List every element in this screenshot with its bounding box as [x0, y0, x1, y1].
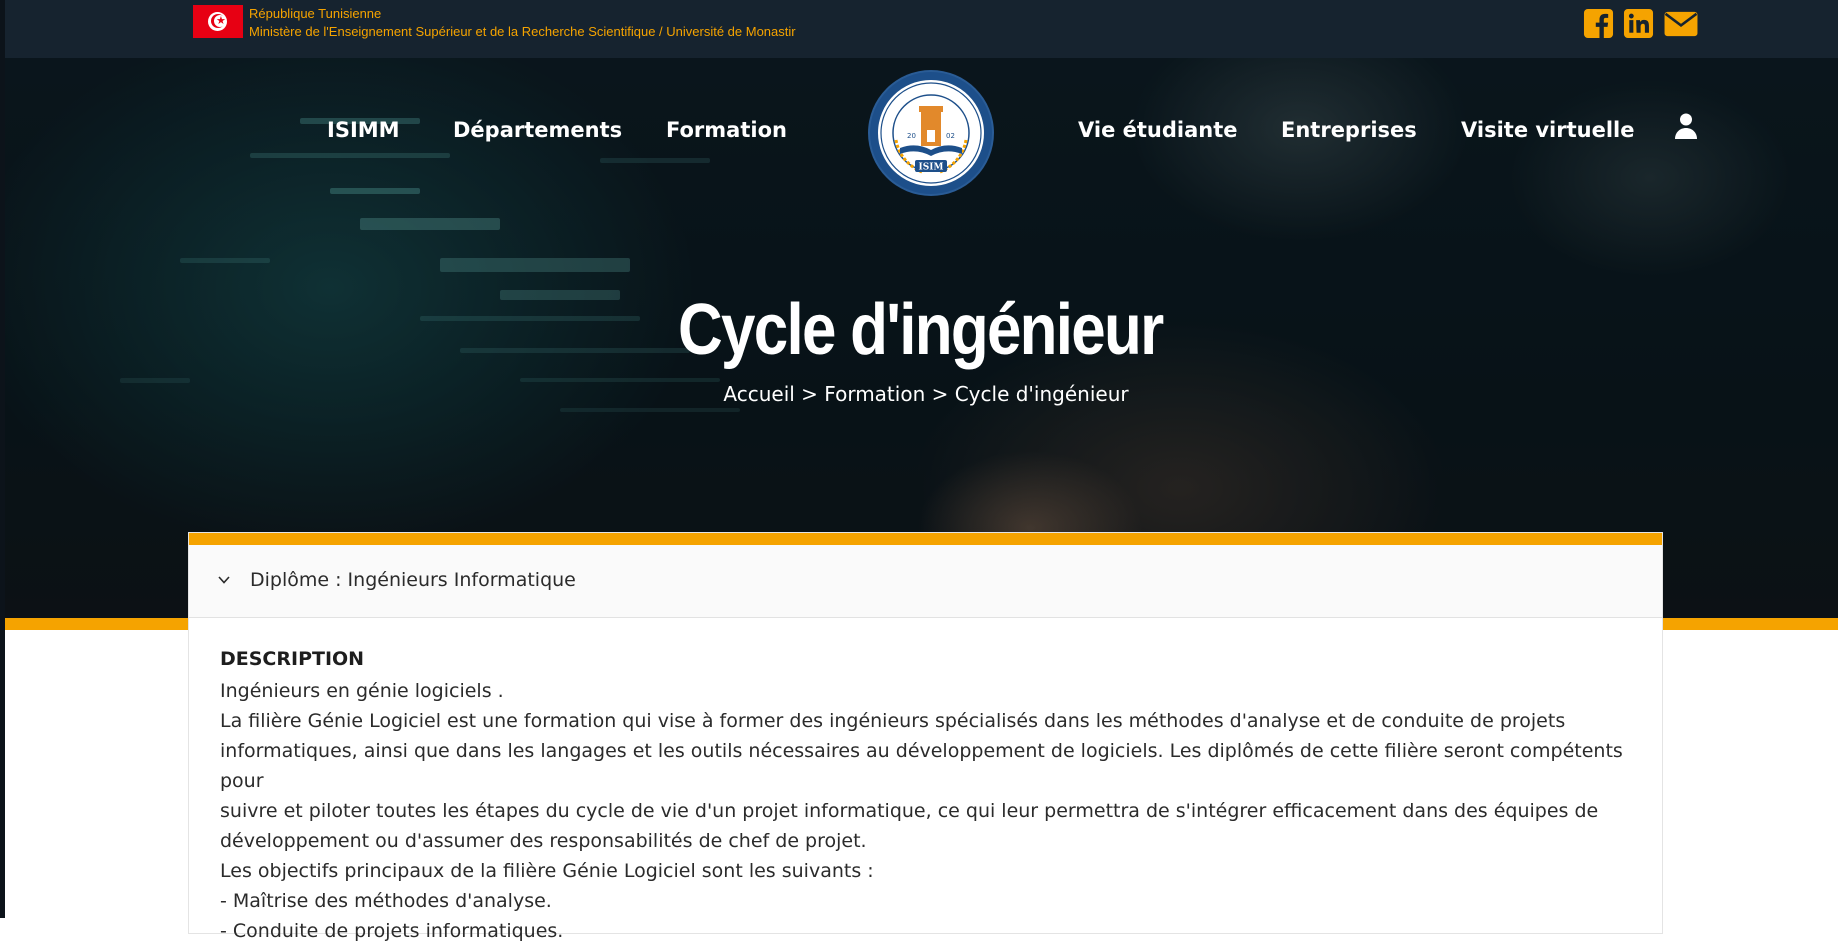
- nav-item-entreprises[interactable]: Entreprises: [1281, 113, 1417, 147]
- description-line: Les objectifs principaux de la filière G…: [220, 860, 874, 882]
- nav-item-formation[interactable]: Formation: [666, 113, 787, 147]
- logo-text: ISIM: [919, 163, 944, 173]
- description-line: développement ou d'assumer des responsab…: [220, 830, 867, 852]
- accordion-header[interactable]: Diplôme : Ingénieurs Informatique: [189, 545, 1662, 618]
- page-title: Cycle d'ingénieur: [678, 290, 1164, 370]
- linkedin-icon[interactable]: [1623, 8, 1654, 39]
- tunisia-flag-icon: ★: [193, 5, 243, 38]
- description-heading: DESCRIPTION: [220, 648, 365, 670]
- card-accent-bar: [189, 533, 1662, 545]
- accordion-title[interactable]: Diplôme : Ingénieurs Informatique: [250, 566, 576, 594]
- nav-item-departements[interactable]: Départements: [453, 113, 622, 147]
- description-line: - Maîtrise des méthodes d'analyse.: [220, 890, 552, 912]
- description-line: La filière Génie Logiciel est une format…: [220, 710, 1566, 732]
- logo-year-right: 02: [946, 132, 955, 140]
- program-card: Diplôme : Ingénieurs Informatique DESCRI…: [189, 533, 1662, 942]
- description-line: informatiques, ainsi que dans les langag…: [220, 740, 1623, 792]
- breadcrumb: Accueil > Formation > Cycle d'ingénieur: [723, 382, 1129, 406]
- isim-logo[interactable]: 20 02 ISIM: [870, 72, 992, 194]
- gov-ministry: Ministère de l'Enseignement Supérieur et…: [249, 24, 796, 39]
- social-links: [1583, 8, 1699, 39]
- nav-item-isimm[interactable]: ISIMM: [327, 113, 400, 147]
- top-bar: ★ République Tunisienne Ministère de l'E…: [0, 0, 1838, 58]
- gov-country: République Tunisienne: [249, 6, 382, 21]
- envelope-icon[interactable]: [1663, 8, 1699, 39]
- window-edge: [0, 0, 5, 918]
- description-text: Ingénieurs en génie logiciels . La filiè…: [220, 676, 1631, 946]
- facebook-icon[interactable]: [1583, 8, 1614, 39]
- nav-item-vie-etudiante[interactable]: Vie étudiante: [1078, 113, 1238, 147]
- logo-emblem-icon: 20 02 ISIM: [880, 82, 982, 184]
- nav-item-visite-virtuelle[interactable]: Visite virtuelle: [1461, 113, 1635, 147]
- description-line: - Conduite de projets informatiques.: [220, 920, 564, 942]
- chevron-down-icon[interactable]: [218, 576, 230, 584]
- user-icon[interactable]: [1673, 112, 1699, 140]
- description-line: Ingénieurs en génie logiciels .: [220, 680, 504, 702]
- government-affiliation: République Tunisienne Ministère de l'Ens…: [249, 5, 796, 41]
- description-line: suivre et piloter toutes les étapes du c…: [220, 800, 1599, 822]
- accordion-body: DESCRIPTION Ingénieurs en génie logiciel…: [189, 645, 1662, 946]
- logo-year-left: 20: [907, 132, 916, 140]
